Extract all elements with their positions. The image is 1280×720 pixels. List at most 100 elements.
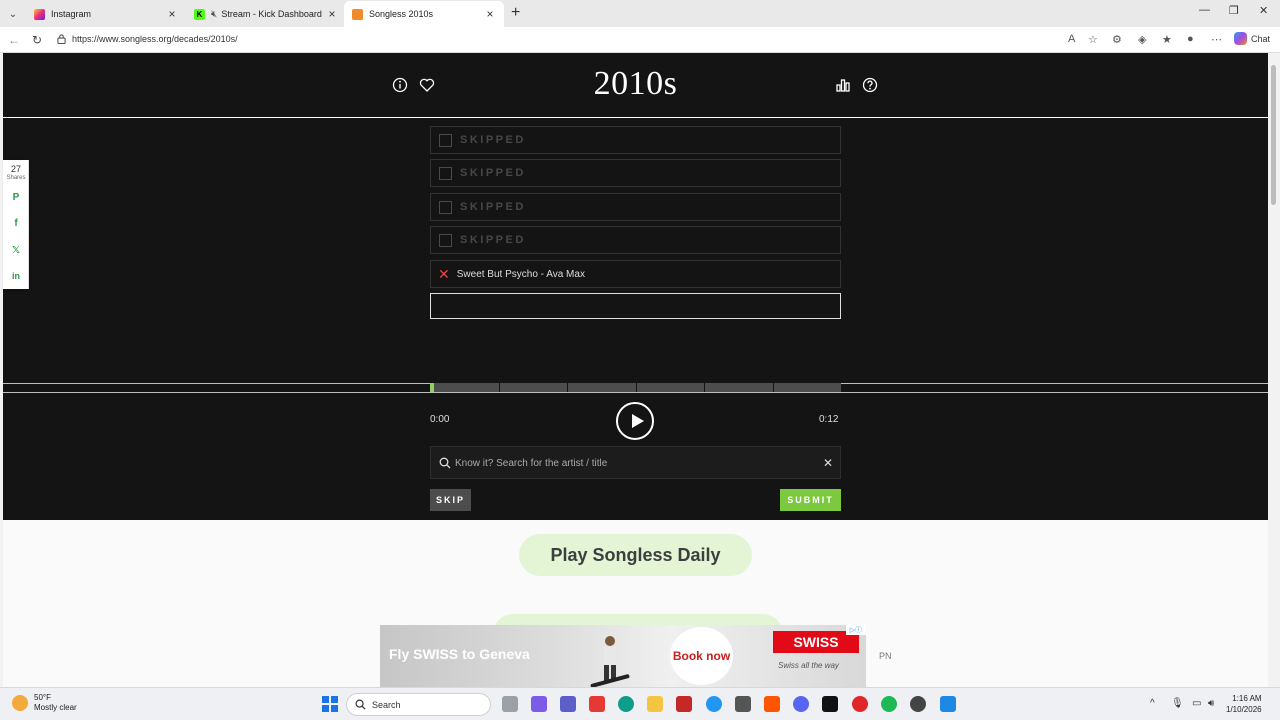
discord-icon[interactable] (793, 696, 809, 712)
scrollbar-thumb[interactable] (1271, 65, 1276, 205)
ad-corner-label: PN (879, 651, 892, 661)
ad-choices-icon[interactable]: ▷ⓘ (846, 625, 866, 635)
tab-strip: ⌄ Instagram × K 🔇︎ Stream - Kick Dashboa… (0, 0, 1280, 27)
refresh-icon[interactable]: ↻ (32, 33, 42, 47)
tab-kick-dashboard[interactable]: K 🔇︎ Stream - Kick Dashboard × (186, 1, 346, 27)
lock-icon[interactable] (57, 34, 66, 44)
progress-line-bottom (3, 392, 1268, 393)
stats-chart-icon[interactable] (835, 77, 851, 93)
progress-segment-divider (704, 383, 705, 392)
spotify-icon[interactable] (881, 696, 897, 712)
guess-text: SKIPPED (460, 234, 526, 246)
microphone-icon[interactable]: 🎙︎ (1171, 698, 1184, 709)
x-icon[interactable]: 𝕏 (10, 244, 22, 256)
play-button[interactable] (616, 402, 654, 440)
file-explorer-icon[interactable] (647, 696, 663, 712)
mcafee-icon[interactable] (676, 696, 692, 712)
tab-close-icon[interactable]: × (484, 7, 496, 21)
tab-instagram[interactable]: Instagram × (26, 1, 186, 27)
red-app-icon[interactable] (589, 696, 605, 712)
address-bar: ← ↻ https://www.songless.org/decades/201… (0, 27, 1280, 53)
soundcloud-icon[interactable] (764, 696, 780, 712)
pinterest-icon[interactable]: P (10, 191, 22, 203)
clock-time: 1:16 AM (1232, 694, 1262, 703)
url-field[interactable]: https://www.songless.org/decades/2010s/ (72, 34, 238, 44)
notepad-icon[interactable] (940, 696, 956, 712)
guess-text: SKIPPED (460, 201, 526, 213)
new-tab-icon[interactable]: + (511, 4, 520, 22)
progress-segment-divider (567, 383, 568, 392)
copilot-chat-button[interactable]: Chat (1234, 32, 1270, 45)
ad-book-now-button[interactable]: Book now (670, 627, 733, 685)
clock[interactable]: 1:16 AM 1/10/2026 (1226, 693, 1262, 715)
help-icon[interactable] (862, 77, 878, 93)
terminal-icon[interactable] (822, 696, 838, 712)
search-icon (355, 699, 366, 710)
tray-chevron-icon[interactable]: ^ (1150, 698, 1155, 709)
browser-essentials-icon[interactable]: ◈ (1138, 33, 1146, 46)
favorites-icon[interactable]: ★ (1162, 33, 1172, 46)
copilot-icon (1234, 32, 1247, 45)
minimize-icon[interactable]: — (1199, 4, 1210, 16)
clear-search-icon[interactable]: ✕ (823, 456, 833, 470)
weather-widget[interactable]: 50°F Mostly clear (12, 693, 77, 713)
opera-gx-icon[interactable] (852, 696, 868, 712)
linkedin-icon[interactable]: in (10, 270, 22, 282)
progress-segment-divider (636, 383, 637, 392)
swiss-ad-banner[interactable]: Fly SWISS to Geneva Book now SWISS Swiss… (380, 625, 866, 687)
taskbar-search[interactable]: Search (346, 693, 491, 716)
restore-icon[interactable]: ❐ (1229, 4, 1239, 17)
page-title: 2010s (593, 65, 678, 102)
songless-page: 2010s SKIPPED SKIPPED SKIPPED SKIPPED ✕ … (3, 53, 1268, 687)
guess-text: SKIPPED (460, 134, 526, 146)
page-scrollbar[interactable] (1268, 53, 1280, 687)
checkbox-icon (439, 166, 452, 180)
read-aloud-icon[interactable]: A (1068, 33, 1075, 45)
song-search-input[interactable] (455, 455, 815, 471)
extensions-icon[interactable]: ⚙ (1112, 33, 1122, 46)
progress-segment-divider (773, 383, 774, 392)
tab-title: Instagram (51, 9, 92, 19)
header-divider (3, 117, 1268, 118)
wrong-x-icon: ✕ (438, 265, 450, 282)
browser-app-icon[interactable] (706, 696, 722, 712)
edge-icon[interactable] (618, 696, 634, 712)
checkbox-icon (439, 133, 452, 147)
tab-close-icon[interactable]: × (326, 7, 338, 21)
lower-section: Play Songless Daily Fly SWISS to Geneva … (3, 520, 1268, 687)
tab-close-icon[interactable]: × (166, 7, 178, 21)
ad-headline: Fly SWISS to Geneva (389, 646, 530, 662)
songless-icon (352, 8, 363, 20)
network-icon[interactable]: ▭ (1192, 698, 1201, 709)
progress-segment-divider (499, 383, 500, 392)
song-search-box: ✕ (430, 446, 841, 479)
submit-button[interactable]: SUBMIT (780, 489, 841, 511)
ad-slogan: Swiss all the way (778, 661, 839, 670)
github-icon[interactable] (910, 696, 926, 712)
task-view-icon[interactable] (502, 696, 518, 712)
close-window-icon[interactable]: ✕ (1259, 4, 1268, 17)
profile-avatar-icon[interactable]: ● (1187, 33, 1194, 45)
teams-icon[interactable] (560, 696, 576, 712)
guess-row: SKIPPED (430, 159, 841, 187)
volume-icon[interactable]: 🔊︎ (1208, 698, 1214, 709)
time-total: 0:12 (819, 414, 839, 425)
muted-speaker-icon[interactable]: 🔇︎ (211, 9, 217, 20)
favorite-star-icon[interactable]: ☆ (1088, 33, 1098, 46)
checkbox-icon (439, 200, 452, 214)
audio-progress-bar[interactable] (430, 383, 841, 392)
play-daily-link[interactable]: Play Songless Daily (519, 534, 752, 576)
windows-start-icon[interactable] (322, 696, 338, 712)
tab-list-chevron-icon[interactable]: ⌄ (4, 5, 22, 23)
windows-taskbar: 50°F Mostly clear Search ^ 🎙︎ ▭ 🔊︎ 1:16 … (0, 687, 1280, 720)
facebook-icon[interactable]: f (10, 217, 22, 229)
copilot-app-icon[interactable] (531, 696, 547, 712)
more-menu-icon[interactable]: ⋯ (1211, 33, 1222, 46)
skip-button[interactable]: SKIP (430, 489, 471, 511)
tab-songless[interactable]: Songless 2010s × (344, 1, 504, 27)
checkbox-icon (439, 233, 452, 247)
store-icon[interactable] (735, 696, 751, 712)
kick-icon: K (194, 8, 205, 20)
back-arrow-icon[interactable]: ← (8, 33, 20, 47)
guess-text: SKIPPED (460, 167, 526, 179)
